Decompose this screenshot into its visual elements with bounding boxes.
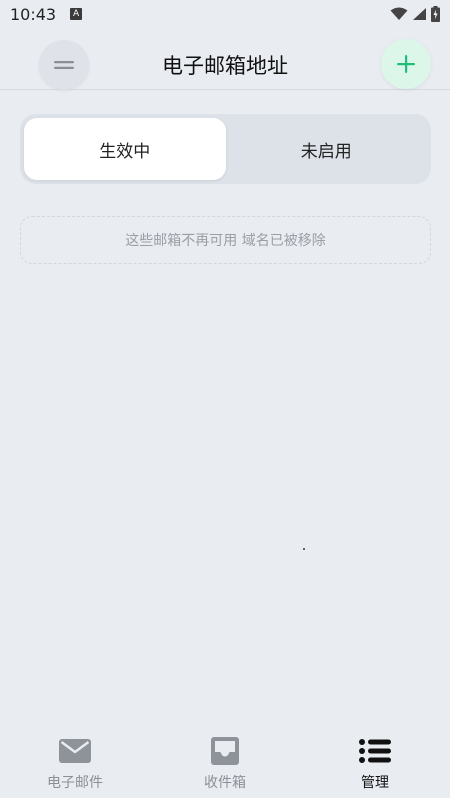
nav-label: 管理 (361, 775, 389, 791)
nav-item-inbox[interactable]: 收件箱 (150, 728, 300, 798)
header: 电子邮箱地址 (0, 28, 450, 90)
tab-active[interactable]: 生效中 (24, 118, 226, 180)
bottom-nav: 电子邮件 收件箱 管理 (0, 728, 450, 798)
status-right (390, 6, 440, 22)
signal-icon (413, 8, 426, 20)
screen: 10:43 A 电子邮箱地址 生效中 未启用 这些邮箱不再可用 域名已被移除 电… (0, 0, 450, 798)
mail-icon (59, 736, 91, 766)
nav-label: 电子邮件 (47, 775, 103, 791)
inbox-icon (211, 736, 239, 766)
status-bar: 10:43 A (0, 0, 450, 28)
plus-icon (397, 55, 415, 73)
status-time: 10:43 (10, 4, 57, 24)
list-icon (359, 736, 391, 766)
tab-inactive[interactable]: 未启用 (226, 118, 428, 180)
status-segmented-control: 生效中 未启用 (20, 114, 431, 184)
add-email-button[interactable] (381, 39, 431, 89)
notification-a-icon: A (70, 8, 83, 20)
battery-icon (431, 6, 440, 22)
status-left: 10:43 A (10, 4, 83, 24)
nav-label: 收件箱 (204, 775, 246, 791)
wifi-icon (390, 7, 408, 20)
nav-item-email[interactable]: 电子邮件 (0, 728, 150, 798)
stray-dot (303, 548, 305, 550)
removed-domain-notice: 这些邮箱不再可用 域名已被移除 (20, 216, 431, 264)
nav-item-manage[interactable]: 管理 (300, 728, 450, 798)
